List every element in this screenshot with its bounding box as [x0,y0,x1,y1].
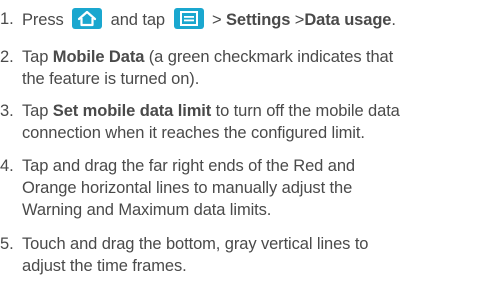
step-body: Touch and drag the bottom, gray vertical… [22,233,482,277]
settings-label: Settings [226,11,291,29]
step-line-1: Touch and drag the bottom, gray vertical… [22,235,369,253]
step-text: Tap [22,48,49,66]
step-text: to turn off the mobile data [215,102,400,120]
step-text: Tap [22,102,49,120]
step-line-1: Tap and drag the far right ends of the R… [22,157,355,175]
step-body: Tap and drag the far right ends of the R… [22,155,482,221]
separator: > [294,11,305,29]
step-number: 4. [0,157,14,175]
step-body: Tap Set mobile data limit to turn off th… [22,100,482,144]
menu-icon [173,8,204,29]
step-number: 2. [0,48,14,66]
home-icon [72,8,103,29]
step-number: 3. [0,102,14,120]
step-body: Tap Mobile Data (a green checkmark indic… [22,46,482,90]
period: . [391,11,396,29]
step-line-2: Orange horizontal lines to manually adju… [22,179,353,197]
mobile-data-label: Mobile Data [52,48,145,66]
instruction-list: 1. Press and tap > Settings >Data usage. [0,0,485,289]
step-line-2: the feature is turned on). [22,70,200,88]
step-text: Press [22,11,64,29]
step-line-2: adjust the time frames. [22,257,187,275]
step-line-2: connection when it reaches the configure… [22,124,365,142]
step-line-3: Warning and Maximum data limits. [22,201,272,219]
separator: > [211,11,222,29]
data-usage-label: Data usage [304,11,392,29]
step-text: and tap [110,11,166,29]
step-line-1: Tap Set mobile data limit to turn off th… [22,100,482,122]
set-mobile-data-limit-label: Set mobile data limit [52,102,212,120]
step-number: 5. [0,235,14,253]
step-number: 1. [0,10,14,28]
step-text: (a green checkmark indicates that [148,48,394,66]
step-body: Press and tap > Settings >Data usage. [22,8,482,31]
step-line-1: Tap Mobile Data (a green checkmark indic… [22,46,482,68]
